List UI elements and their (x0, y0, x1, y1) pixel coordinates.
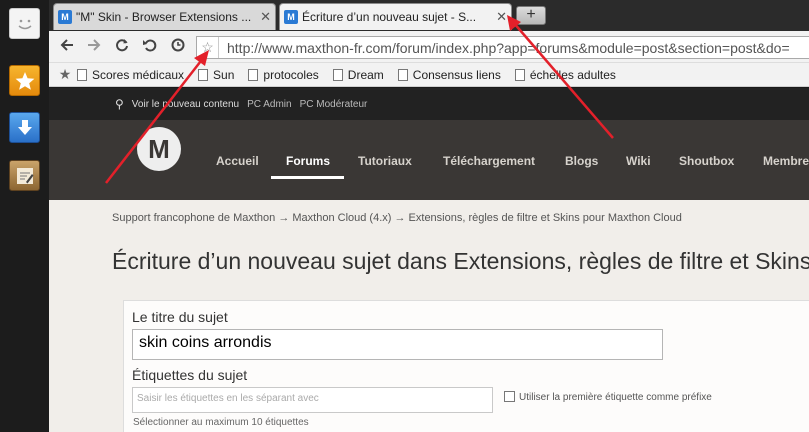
pc-moderator-link[interactable]: PC Modérateur (300, 99, 368, 110)
favorites-star-icon[interactable] (9, 65, 40, 96)
navigation-bar: ☆ http://www.maxthon-fr.com/forum/index.… (49, 31, 809, 63)
location-pin-icon: ⚲ (115, 97, 124, 111)
tab-title: Écriture d’un nouveau sujet - S... (302, 10, 477, 24)
tab-title: "M" Skin - Browser Extensions ... (76, 10, 252, 24)
page-icon (514, 68, 525, 81)
prefix-checkbox-label[interactable]: Utiliser la première étiquette comme pré… (519, 392, 712, 403)
bookmark-item[interactable]: Scores médicaux (77, 68, 184, 82)
page-icon (198, 68, 209, 81)
browser-window: M "M" Skin - Browser Extensions ... ✕ M … (0, 0, 809, 432)
bookmark-item[interactable]: échelles adultes (514, 68, 616, 82)
post-form: Le titre du sujet skin coins arrondis Ét… (123, 300, 809, 432)
topic-tags-input[interactable]: Saisir les étiquettes en les séparant av… (132, 387, 493, 413)
page-icon (397, 68, 408, 81)
new-content-link[interactable]: Voir le nouveau contenu (132, 99, 239, 110)
close-tab-icon[interactable]: ✕ (496, 9, 507, 25)
page-title: Écriture d’un nouveau sujet dans Extensi… (112, 248, 809, 274)
bookmark-item[interactable]: Dream (332, 68, 384, 82)
url-text[interactable]: http://www.maxthon-fr.com/forum/index.ph… (219, 40, 790, 56)
user-bar: ⚲ Voir le nouveau contenu PC Admin PC Mo… (49, 88, 809, 120)
topic-tags-label: Étiquettes du sujet (132, 367, 248, 383)
address-bar[interactable]: ☆ http://www.maxthon-fr.com/forum/index.… (196, 36, 809, 59)
smiley-icon[interactable] (9, 8, 40, 39)
prefix-checkbox[interactable] (504, 391, 515, 402)
page-icon (248, 68, 259, 81)
maxthon-favicon-icon: M (284, 10, 298, 24)
bookmark-item[interactable]: protocoles (248, 68, 319, 82)
active-nav-indicator (271, 176, 344, 179)
page-icon (77, 68, 87, 81)
maxthon-favicon-icon: M (58, 10, 72, 24)
nav-forums[interactable]: Forums (286, 154, 330, 168)
nav-blogs[interactable]: Blogs (565, 154, 598, 168)
pc-admin-link[interactable]: PC Admin (247, 99, 291, 110)
maxthon-logo[interactable]: M (137, 127, 181, 171)
nav-membres[interactable]: Membre (763, 154, 809, 168)
bookmark-item[interactable]: Sun (198, 68, 234, 82)
breadcrumb[interactable]: Support francophone de Maxthon → Maxthon… (112, 212, 682, 224)
tab-bar: M "M" Skin - Browser Extensions ... ✕ M … (49, 0, 809, 31)
tab-nouveau-sujet[interactable]: M Écriture d’un nouveau sujet - S... ✕ (279, 3, 512, 30)
tab-m-skin[interactable]: M "M" Skin - Browser Extensions ... ✕ (53, 3, 276, 30)
topic-title-input[interactable]: skin coins arrondis (132, 329, 663, 360)
topic-title-label: Le titre du sujet (132, 309, 228, 325)
bookmark-star-icon[interactable]: ☆ (197, 37, 219, 58)
bookmarks-bar: ★ Scores médicaux Sun protocoles Dream C… (49, 63, 809, 87)
nav-telechargement[interactable]: Téléchargement (443, 154, 535, 168)
nav-accueil[interactable]: Accueil (216, 154, 259, 168)
favorites-star-icon[interactable]: ★ (53, 66, 77, 83)
download-icon[interactable] (9, 112, 40, 143)
page-content: ⚲ Voir le nouveau contenu PC Admin PC Mo… (49, 88, 809, 432)
tags-help-text: Sélectionner au maximum 10 étiquettes (133, 417, 309, 428)
nav-tutoriaux[interactable]: Tutoriaux (358, 154, 412, 168)
nav-shoutbox[interactable]: Shoutbox (679, 154, 734, 168)
left-sidebar (0, 0, 49, 432)
close-tab-icon[interactable]: ✕ (260, 9, 271, 25)
notepad-icon[interactable] (9, 160, 40, 191)
reload-icon[interactable] (113, 38, 131, 56)
history-clock-icon[interactable] (169, 38, 187, 56)
nav-wiki[interactable]: Wiki (626, 154, 651, 168)
new-tab-button[interactable]: + (516, 6, 546, 25)
back-icon[interactable] (58, 38, 76, 56)
page-icon (332, 68, 343, 81)
undo-close-icon[interactable] (141, 38, 159, 56)
forward-icon[interactable] (85, 38, 103, 56)
site-header: M Accueil Forums Tutoriaux Téléchargemen… (49, 120, 809, 200)
bookmark-item[interactable]: Consensus liens (397, 68, 501, 82)
